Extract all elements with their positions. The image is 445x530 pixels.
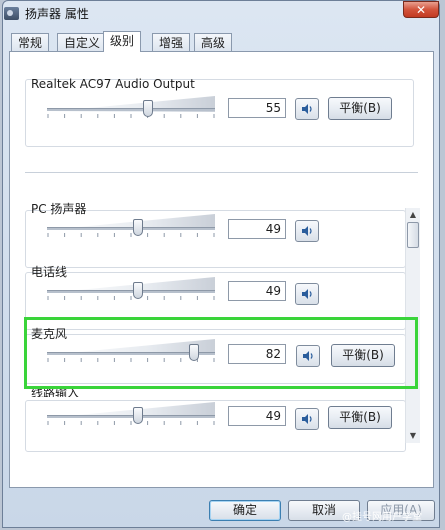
master-ticks [47, 114, 215, 118]
tab-levels[interactable]: 级别 [103, 31, 142, 52]
window-title: 扬声器 属性 [25, 6, 89, 21]
ok-button[interactable]: 确定 [209, 500, 281, 521]
scroll-up-arrow-icon[interactable]: ▲ [406, 208, 420, 222]
line-in-volume-track[interactable] [47, 415, 215, 418]
pc-speaker-volume-slider[interactable] [133, 219, 144, 236]
channel-label-line-in: 线路输入 [31, 387, 80, 397]
speaker-icon [302, 226, 312, 236]
title-bar: 扬声器 属性 [4, 3, 89, 23]
master-balance-button[interactable]: 平衡(B) [328, 97, 392, 120]
master-output-label: Realtek AC97 Audio Output [31, 77, 195, 91]
speaker-icon [302, 289, 312, 299]
channel-group-pc-speaker [25, 210, 406, 268]
master-volume-slider[interactable] [143, 100, 154, 117]
line-in-mute-button[interactable] [295, 408, 319, 430]
master-volume-value[interactable]: 55 [228, 98, 286, 118]
tab-general[interactable]: 常规 [11, 33, 50, 51]
line-in-volume-value[interactable]: 49 [228, 406, 286, 426]
levels-panel: Realtek AC97 Audio Output 55 平衡(B) PC 扬声… [9, 51, 434, 488]
pc-speaker-volume-value[interactable]: 49 [228, 219, 286, 239]
tab-enhancements[interactable]: 增强 [152, 33, 191, 51]
watermark-text: @挂号网用户学堂 [342, 512, 422, 523]
close-button[interactable]: ✕ [403, 1, 439, 18]
scroll-down-arrow-icon[interactable]: ▼ [406, 429, 420, 443]
tab-advanced[interactable]: 高级 [194, 33, 233, 51]
section-divider [25, 172, 418, 173]
speaker-icon [303, 351, 313, 361]
speaker-app-icon [4, 6, 19, 20]
channels-scrollbar[interactable]: ▲ ▼ [405, 208, 420, 443]
master-volume-track[interactable] [47, 108, 215, 111]
phone-line-volume-value[interactable]: 49 [228, 281, 286, 301]
tab-custom[interactable]: 自定义 [57, 33, 108, 51]
channel-label-pc-speaker: PC 扬声器 [31, 202, 87, 216]
pc-speaker-volume-track[interactable] [47, 227, 215, 230]
microphone-volume-value[interactable]: 82 [228, 344, 286, 364]
microphone-balance-button[interactable]: 平衡(B) [331, 344, 395, 367]
line-in-volume-slider[interactable] [133, 407, 144, 424]
channel-label-microphone: 麦克风 [31, 327, 68, 341]
line-in-ticks [47, 421, 215, 425]
channel-group-phone-line [25, 272, 406, 330]
speaker-icon [302, 414, 312, 424]
master-mute-button[interactable] [295, 98, 319, 120]
phone-line-mute-button[interactable] [295, 283, 319, 305]
phone-line-ticks [47, 296, 215, 300]
phone-line-volume-track[interactable] [47, 290, 215, 293]
phone-line-volume-slider[interactable] [133, 282, 144, 299]
microphone-mute-button[interactable] [296, 345, 320, 367]
scrollbar-thumb[interactable] [407, 222, 419, 248]
pc-speaker-ticks [47, 233, 215, 237]
pc-speaker-mute-button[interactable] [295, 220, 319, 242]
channel-label-phone-line: 电话线 [31, 265, 68, 279]
line-in-balance-button[interactable]: 平衡(B) [328, 406, 392, 429]
microphone-volume-slider[interactable] [188, 344, 199, 361]
speaker-icon [302, 104, 312, 114]
